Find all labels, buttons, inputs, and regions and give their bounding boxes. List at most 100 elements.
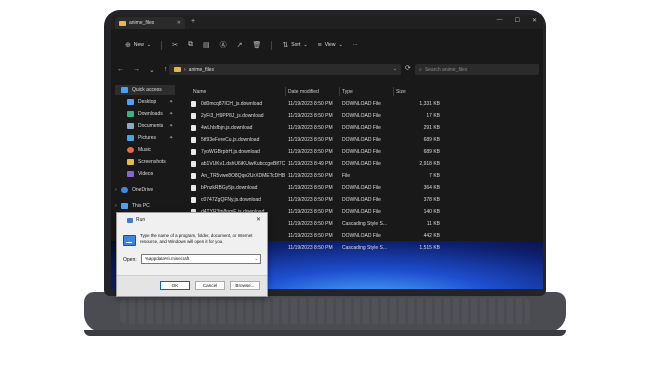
maximize-button[interactable]: ☐ [515, 17, 520, 24]
file-size: 442 KB [423, 233, 440, 239]
run-input-value: %appdata%\.minecraft [145, 256, 190, 261]
file-type: DOWNLOAD File [342, 113, 381, 119]
view-button[interactable]: ≡ View ⌄ [318, 42, 343, 49]
cancel-button[interactable]: Cancel [195, 281, 225, 290]
sidebar-item-downloads[interactable]: Downloads [127, 109, 163, 119]
file-type: DOWNLOAD File [342, 101, 381, 107]
forward-arrow-icon[interactable]: → [133, 66, 140, 74]
up-arrow-icon[interactable]: ↑ [164, 66, 168, 74]
column-header-type[interactable]: Type [342, 87, 353, 97]
run-command-input[interactable]: %appdata%\.minecraft ⌄ [141, 254, 261, 264]
chevron-down-icon[interactable]: ⌄ [393, 66, 397, 72]
file-size: 378 KB [423, 197, 440, 203]
pin-icon[interactable]: ✦ [169, 111, 173, 117]
sidebar-item-documents[interactable]: Documents [127, 121, 163, 131]
sidebar-item-label: OneDrive [132, 187, 154, 193]
pin-icon[interactable]: ✦ [169, 123, 173, 129]
sidebar-item-music[interactable]: Music [127, 145, 151, 155]
table-row[interactable]: 7yoWGBrptrH.js.download 11/19/2023 8:50 P… [179, 147, 543, 158]
file-type: DOWNLOAD File [342, 209, 381, 215]
column-divider[interactable] [285, 87, 286, 96]
sidebar-item-videos[interactable]: Videos [127, 169, 153, 179]
address-path: anime_files [188, 66, 214, 73]
rename-icon[interactable]: Ⓐ [220, 40, 227, 50]
column-header-name[interactable]: Name [193, 87, 206, 97]
file-date-modified: 11/19/2023 8:50 PM [288, 209, 333, 215]
sidebar-item-pictures[interactable]: Pictures [127, 133, 156, 143]
sidebar-item-screenshots[interactable]: Screenshots [127, 157, 166, 167]
table-row[interactable]: ab1VUKv1.dshU6iKUiwKubccgeBlf7Cdwtt...11… [179, 159, 543, 170]
file-date-modified: 11/19/2023 8:49 PM [288, 161, 333, 167]
sidebar-item-desktop[interactable]: Desktop [127, 97, 156, 107]
close-icon[interactable]: ✕ [256, 216, 261, 223]
sidebar-item-onedrive[interactable]: OneDrive [121, 185, 153, 195]
column-divider[interactable] [393, 87, 394, 96]
file-icon [191, 125, 196, 131]
browse-button[interactable]: Browse... [230, 281, 260, 290]
sidebar-item-quick-access[interactable]: Quick access [115, 85, 175, 95]
table-row[interactable]: 4wLhlsfbjn.js.download 11/19/2023 8:50 PM… [179, 123, 543, 134]
file-icon [191, 173, 196, 179]
pin-icon[interactable]: ✦ [169, 135, 173, 141]
pin-icon[interactable]: ✦ [169, 99, 173, 105]
delete-icon[interactable]: 🗑 [252, 41, 261, 49]
chevron-down-icon[interactable]: ⌄ [255, 255, 258, 263]
file-date-modified: 11/19/2023 8:50 PM [288, 233, 333, 239]
more-options-button[interactable]: ··· [353, 42, 358, 48]
table-row[interactable]: bPnzkRBGy5js.download 11/19/2023 8:50 PM D… [179, 183, 543, 194]
view-icon: ≡ [317, 41, 322, 49]
file-icon [191, 101, 196, 107]
music-icon [127, 147, 134, 153]
sidebar-item-label: This PC [132, 203, 150, 209]
close-window-button[interactable]: ✕ [532, 17, 537, 24]
table-row[interactable]: 0d0mcq87ICH_js.download 11/19/2023 8:50 P… [179, 99, 543, 110]
sidebar-item-label: Pictures [138, 135, 157, 141]
navigation-buttons: ← → ⌄ ↑ [111, 66, 167, 74]
refresh-icon[interactable]: ⟳ [405, 64, 411, 72]
laptop-base-lip [84, 330, 566, 336]
sidebar-item-label: Desktop [138, 99, 157, 105]
sort-button[interactable]: ⇅ Sort ⌄ [282, 41, 307, 49]
downloads-icon [127, 111, 134, 117]
new-label: New [133, 42, 144, 48]
folder-icon [119, 20, 126, 26]
folder-icon [127, 159, 134, 165]
search-input[interactable]: ⌕ Search anime_files [415, 64, 539, 75]
chevron-down-icon[interactable]: ⌄ [149, 66, 155, 74]
share-icon[interactable]: ↗ [237, 41, 243, 49]
table-row[interactable]: An_TR5vwe8O8Qqe2UrXDMETcDHBMt6u...11/19/… [179, 171, 543, 182]
run-dialog: Run ✕ Type the name of a program, folder… [116, 212, 268, 297]
copy-icon[interactable]: ⧉ [188, 41, 193, 49]
sidebar-item-this-pc[interactable]: This PC [121, 201, 150, 211]
column-header-date[interactable]: Date modified [288, 87, 319, 97]
tab-anime-files[interactable]: anime_files ✕ [115, 17, 185, 29]
file-date-modified: 11/19/2023 8:50 PM [288, 101, 333, 107]
tab-close-icon[interactable]: ✕ [177, 20, 181, 26]
run-app-icon [127, 217, 133, 223]
file-icon [191, 137, 196, 143]
file-size: 140 KB [423, 209, 440, 215]
file-name: bPnzkRBGy5js.download [201, 185, 258, 191]
back-arrow-icon[interactable]: ← [117, 66, 124, 74]
table-row[interactable]: 2yFi3_H9PP8J_js.download 11/19/2023 8:50 … [179, 111, 543, 122]
new-tab-icon[interactable]: + [191, 18, 195, 25]
chevron-right-icon[interactable]: › [115, 187, 117, 193]
chevron-right-icon[interactable]: › [115, 203, 117, 209]
table-row[interactable]: c0747ZgQFNy.js.download 11/19/2023 8:50 P… [179, 195, 543, 206]
file-type: Cascading Style S... [342, 221, 388, 227]
file-icon [191, 149, 196, 155]
address-bar[interactable]: › anime_files ⌄ [169, 64, 401, 75]
minimize-button[interactable]: — [497, 17, 503, 24]
laptop-base [84, 292, 566, 336]
ok-button[interactable]: OK [160, 281, 190, 290]
new-button[interactable]: ⊕ New ⌄ [125, 41, 151, 49]
search-placeholder: Search anime_files [424, 66, 468, 73]
column-divider[interactable] [339, 87, 340, 96]
cut-icon[interactable]: ✂ [172, 41, 178, 49]
table-row[interactable]: 5tf93eFereCu.js.download 11/19/2023 8:50 … [179, 135, 543, 146]
chevron-right-icon: › [184, 66, 186, 73]
column-header-size[interactable]: Size [396, 87, 406, 97]
paste-icon[interactable]: ▤ [203, 41, 210, 49]
divider [161, 40, 163, 50]
search-icon: ⌕ [419, 66, 422, 73]
